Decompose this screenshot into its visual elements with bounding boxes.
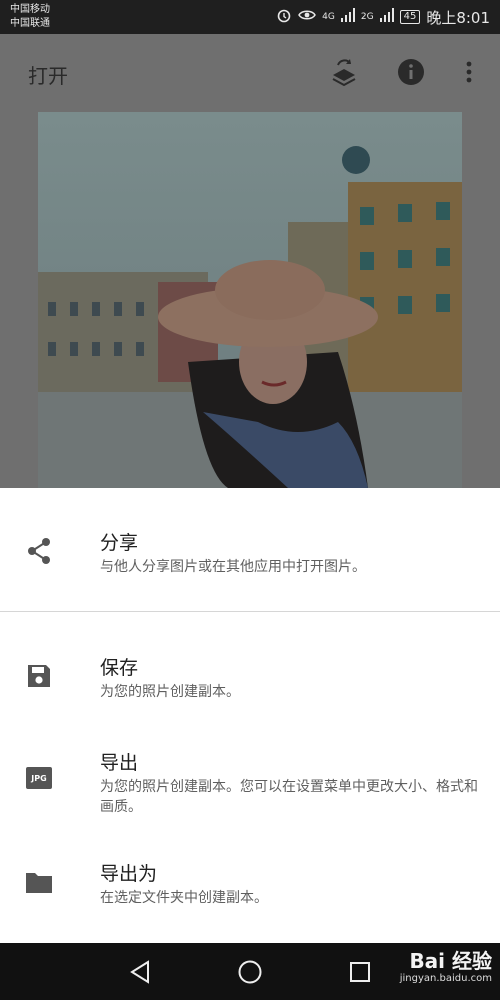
alarm-icon [276,7,292,27]
signal-2-icon [379,8,394,26]
watermark-brand: Bai 经验 [409,949,492,973]
jpg-badge: JPG [26,767,52,789]
carrier-1: 中国移动 [10,4,50,15]
signal-1-icon [340,8,355,26]
home-icon[interactable] [235,957,265,987]
share-description: 与他人分享图片或在其他应用中打开图片。 [100,559,366,575]
layers-swap-icon[interactable] [328,56,360,88]
page-title: 打开 [28,64,68,88]
battery-icon: 45 [399,10,421,24]
export-as-description: 在选定文件夹中创建副本。 [100,890,268,906]
back-icon[interactable] [125,957,155,987]
save-icon [24,661,54,691]
save-option[interactable]: 保存 为您的照片创建副本。 [0,633,500,733]
signal-2-label: 2G [360,12,374,22]
export-option[interactable]: JPG 导出 为您的照片创建副本。您可以在设置菜单中更改大小、格式和画质。 [0,733,500,843]
export-description: 为您的照片创建副本。您可以在设置菜单中更改大小、格式和画质。 [100,779,478,815]
divider [0,611,500,612]
jpg-icon: JPG [24,763,54,793]
share-icon [24,536,54,566]
app-bar: 打开 [0,34,500,112]
info-icon[interactable] [395,56,427,88]
share-bottom-sheet: 分享 与他人分享图片或在其他应用中打开图片。 保存 为您的照片创建副本。 JPG… [0,488,500,943]
clock: 晚上8:01 [426,8,490,27]
status-icons: 4G 2G 45 晚上8:01 [276,6,490,28]
share-title: 分享 [100,532,139,554]
folder-icon [24,867,54,897]
save-description: 为您的照片创建副本。 [100,684,240,700]
share-option[interactable]: 分享 与他人分享图片或在其他应用中打开图片。 [0,488,500,611]
eye-icon [298,8,317,26]
export-title: 导出 [100,752,139,774]
signal-1-label: 4G [322,12,335,22]
watermark: Bai 经验 jingyan.baidu.com [400,949,492,985]
edited-photo [38,112,462,488]
carrier-info: 中国移动 中国联通 [10,3,50,31]
recents-icon[interactable] [345,957,375,987]
carrier-2: 中国联通 [10,18,50,29]
watermark-site: jingyan.baidu.com [399,973,492,984]
status-bar: 中国移动 中国联通 4G 2G 45 晚上8:01 [0,0,500,34]
more-vert-icon[interactable] [453,56,485,88]
export-as-title: 导出为 [100,863,158,885]
navigation-bar: Bai 经验 jingyan.baidu.com [0,943,500,1000]
photo-preview-area [0,112,500,488]
save-title: 保存 [100,657,139,679]
export-as-option[interactable]: 导出为 在选定文件夹中创建副本。 [0,843,500,943]
